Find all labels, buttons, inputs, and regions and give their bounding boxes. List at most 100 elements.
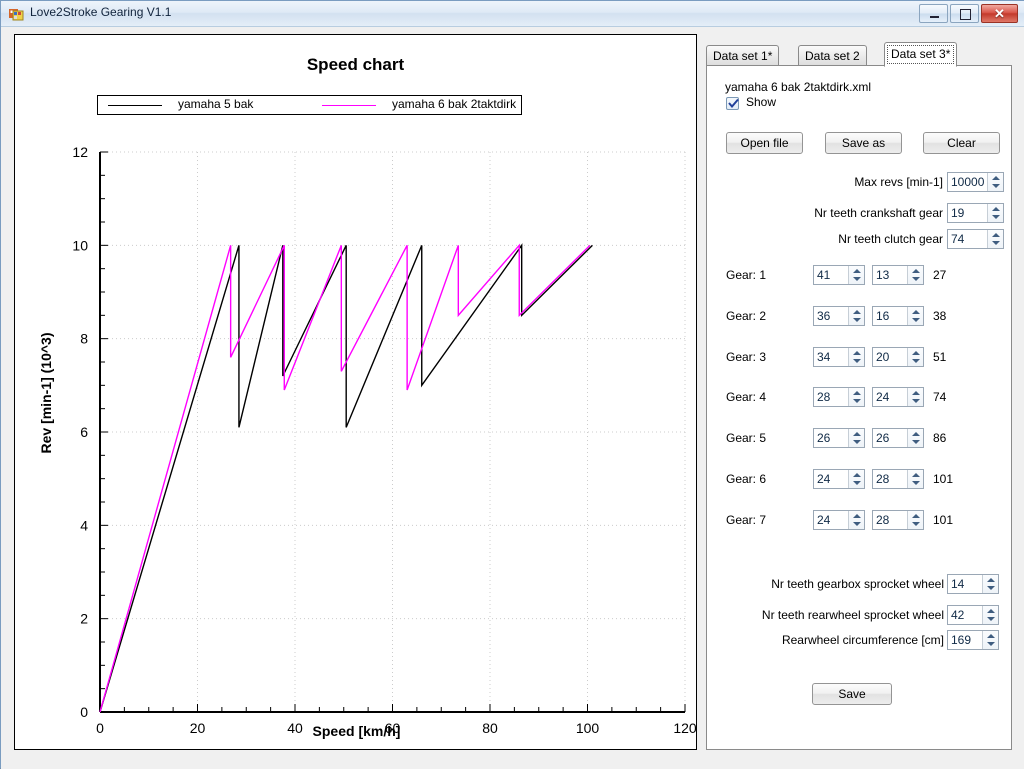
gear-2-teeth-b-stepper[interactable]: [907, 307, 923, 325]
svg-text:2: 2: [80, 611, 88, 627]
tab-label: Data set 1*: [713, 49, 773, 63]
maximize-restore-button[interactable]: [950, 4, 979, 23]
field-nr-teeth-gearbox-sprocket-wheel[interactable]: 14: [947, 574, 999, 594]
chart-tick-labels: 0 20 40 60 80 100 120024681012: [72, 144, 696, 736]
gear-4-teeth-a[interactable]: 28: [813, 387, 865, 407]
stepper-down-icon[interactable]: [853, 481, 861, 485]
stepper-down-icon[interactable]: [912, 359, 920, 363]
gear-3-teeth-b[interactable]: 20: [872, 347, 924, 367]
gear-2-teeth-a-stepper[interactable]: [848, 307, 864, 325]
stepper-down-icon[interactable]: [853, 440, 861, 444]
gear-1-teeth-b-stepper[interactable]: [907, 266, 923, 284]
chart-plot-area: 0 20 40 60 80 100 120024681012: [72, 144, 696, 736]
stepper-up-icon[interactable]: [992, 176, 1000, 180]
save-as-button[interactable]: Save as: [825, 132, 902, 154]
gear-7-teeth-a-stepper[interactable]: [848, 511, 864, 529]
gear-3-teeth-b-stepper[interactable]: [907, 348, 923, 366]
stepper-down-icon[interactable]: [853, 399, 861, 403]
stepper-down-icon[interactable]: [987, 617, 995, 621]
stepper-up-icon[interactable]: [853, 351, 861, 355]
stepper-up-icon[interactable]: [853, 432, 861, 436]
stepper-up-icon[interactable]: [912, 269, 920, 273]
stepper-down-icon[interactable]: [992, 184, 1000, 188]
gear-1-teeth-a[interactable]: 41: [813, 265, 865, 285]
stepper-down-icon[interactable]: [912, 399, 920, 403]
clear-button[interactable]: Clear: [923, 132, 1000, 154]
gear-6-teeth-b-stepper[interactable]: [907, 470, 923, 488]
gear-1-teeth-a-stepper[interactable]: [848, 266, 864, 284]
stepper-up-icon[interactable]: [912, 351, 920, 355]
show-checkbox[interactable]: [726, 97, 739, 110]
tab-data-set-1[interactable]: Data set 1*: [706, 45, 780, 66]
gear-5-teeth-a[interactable]: 26: [813, 428, 865, 448]
gear-4-teeth-b-stepper[interactable]: [907, 388, 923, 406]
stepper-down-icon[interactable]: [992, 215, 1000, 219]
title-bar: Love2Stroke Gearing V1.1 ✕: [1, 1, 1024, 27]
field-nr-teeth-clutch-gear[interactable]: 74: [947, 229, 1004, 249]
gear-6-teeth-a-stepper[interactable]: [848, 470, 864, 488]
stepper-up-icon[interactable]: [912, 391, 920, 395]
stepper-down-icon[interactable]: [912, 522, 920, 526]
field-rearwheel-circumference-cm-stepper[interactable]: [982, 631, 998, 649]
gear-2-teeth-b[interactable]: 16: [872, 306, 924, 326]
minimize-button[interactable]: [919, 4, 948, 23]
stepper-down-icon[interactable]: [853, 318, 861, 322]
stepper-down-icon[interactable]: [987, 642, 995, 646]
stepper-down-icon[interactable]: [912, 440, 920, 444]
save-button[interactable]: Save: [812, 683, 892, 705]
field-nr-teeth-rearwheel-sprocket-wheel-stepper[interactable]: [982, 606, 998, 624]
stepper-up-icon[interactable]: [987, 634, 995, 638]
stepper-down-icon[interactable]: [912, 318, 920, 322]
stepper-up-icon[interactable]: [853, 473, 861, 477]
stepper-up-icon[interactable]: [992, 207, 1000, 211]
stepper-up-icon[interactable]: [912, 310, 920, 314]
stepper-up-icon[interactable]: [987, 578, 995, 582]
stepper-up-icon[interactable]: [912, 432, 920, 436]
field-nr-teeth-rearwheel-sprocket-wheel[interactable]: 42: [947, 605, 999, 625]
stepper-down-icon[interactable]: [853, 359, 861, 363]
stepper-up-icon[interactable]: [853, 391, 861, 395]
stepper-up-icon[interactable]: [853, 514, 861, 518]
close-button[interactable]: ✕: [981, 4, 1018, 23]
field-nr-teeth-gearbox-sprocket-wheel-stepper[interactable]: [982, 575, 998, 593]
stepper-down-icon[interactable]: [853, 522, 861, 526]
gear-7-teeth-a[interactable]: 24: [813, 510, 865, 530]
gear-6-teeth-b[interactable]: 28: [872, 469, 924, 489]
gear-5-teeth-b[interactable]: 26: [872, 428, 924, 448]
gear-3-teeth-a[interactable]: 34: [813, 347, 865, 367]
field-nr-teeth-crankshaft-gear[interactable]: 19: [947, 203, 1004, 223]
gear-4-teeth-a-stepper[interactable]: [848, 388, 864, 406]
field-max-revs-min-1[interactable]: 10000: [947, 172, 1004, 192]
stepper-down-icon[interactable]: [992, 241, 1000, 245]
stepper-up-icon[interactable]: [853, 310, 861, 314]
field-rearwheel-circumference-cm[interactable]: 169: [947, 630, 999, 650]
stepper-up-icon[interactable]: [853, 269, 861, 273]
stepper-up-icon[interactable]: [912, 514, 920, 518]
gear-3-teeth-a-stepper[interactable]: [848, 348, 864, 366]
gear-7-teeth-b-stepper[interactable]: [907, 511, 923, 529]
stepper-down-icon[interactable]: [912, 481, 920, 485]
field-max-revs-min-1-stepper[interactable]: [987, 173, 1003, 191]
svg-text:4: 4: [80, 517, 88, 533]
tab-data-set-2[interactable]: Data set 2: [798, 45, 867, 66]
gear-2-teeth-a[interactable]: 36: [813, 306, 865, 326]
gear-5-teeth-a-stepper[interactable]: [848, 429, 864, 447]
stepper-up-icon[interactable]: [987, 609, 995, 613]
field-nr-teeth-clutch-gear-stepper[interactable]: [987, 230, 1003, 248]
stepper-down-icon[interactable]: [853, 277, 861, 281]
stepper-up-icon[interactable]: [912, 473, 920, 477]
gear-7-teeth-b[interactable]: 28: [872, 510, 924, 530]
gear-label-6: Gear: 6: [726, 472, 767, 486]
field-nr-teeth-crankshaft-gear-stepper[interactable]: [987, 204, 1003, 222]
stepper-down-icon[interactable]: [912, 277, 920, 281]
gear-6-teeth-a[interactable]: 24: [813, 469, 865, 489]
stepper-up-icon[interactable]: [992, 233, 1000, 237]
stepper-down-icon[interactable]: [987, 586, 995, 590]
field-nr-teeth-rearwheel-sprocket-wheel-value: 42: [951, 608, 965, 622]
gear-4-teeth-b[interactable]: 24: [872, 387, 924, 407]
gear-7-teeth-b-value: 28: [876, 513, 890, 527]
gear-5-teeth-b-stepper[interactable]: [907, 429, 923, 447]
gear-1-teeth-b[interactable]: 13: [872, 265, 924, 285]
open-file-button[interactable]: Open file: [726, 132, 803, 154]
tab-data-set-3[interactable]: Data set 3*: [884, 42, 958, 67]
